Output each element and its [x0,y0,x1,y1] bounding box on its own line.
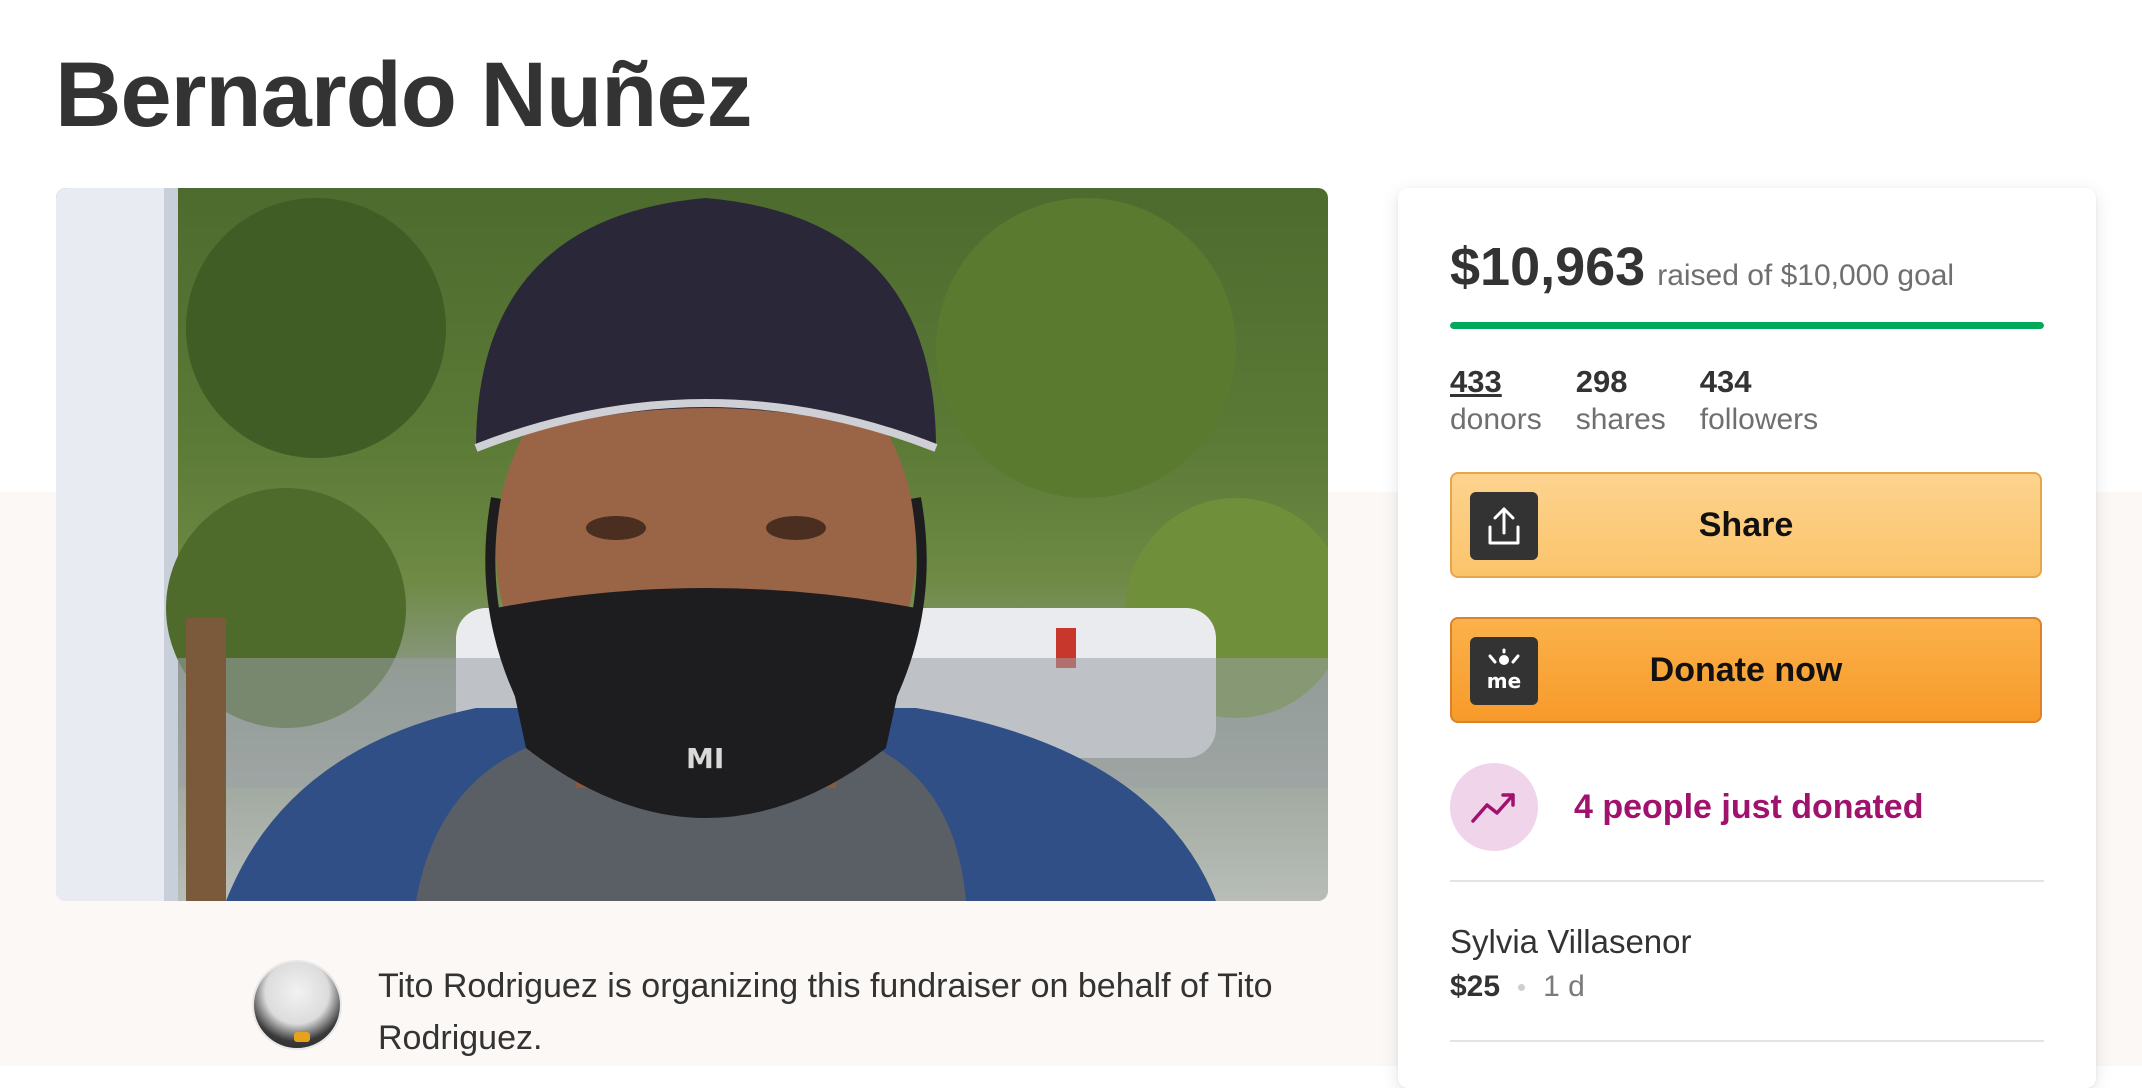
raised-amount: $10,963 [1450,237,1646,297]
goal-text: raised of $10,000 goal [1657,259,1955,292]
recent-activity-text: 4 people just donated [1574,787,1924,826]
stat-shares: 298 shares [1576,364,1666,440]
trending-up-icon [1450,763,1538,851]
organizer-line: Tito Rodriguez is organizing this fundra… [252,960,1332,1064]
donor-meta: $25 1 d [1450,970,1692,1004]
organizer-avatar[interactable] [252,960,342,1050]
stat-donors-label: donors [1450,403,1542,436]
gofundme-logo-icon: me [1470,637,1538,705]
separator-dot [1518,983,1526,991]
hero-photo: MI [56,188,1328,901]
campaign-stats: 433 donors 298 shares 434 followers [1450,364,1852,440]
divider [1450,1040,2044,1042]
stat-shares-value: 298 [1575,364,1628,399]
divider [1450,880,2044,882]
page-title: Bernardo Nuñez [55,44,753,146]
stat-shares-label: shares [1575,403,1666,436]
organizer-text: Tito Rodriguez is organizing this fundra… [378,967,1273,1057]
gofundme-logo-text: me [1487,669,1521,693]
share-upload-icon [1470,492,1538,560]
stat-followers: 434 followers [1700,364,1818,440]
raised-summary: $10,963 raised of $10,000 goal [1450,236,2050,298]
share-button[interactable]: Share [1450,472,2042,578]
share-button-label: Share [1698,505,1794,544]
stat-followers-value: 434 [1699,364,1752,399]
progress-bar-fill [1450,322,2044,329]
stat-donors[interactable]: 433 donors [1450,364,1542,440]
donor-time: 1 d [1543,970,1585,1003]
donate-now-button-label: Donate now [1649,650,1843,689]
donate-now-button[interactable]: me Donate now [1450,617,2042,723]
recent-donor: Sylvia Villasenor $25 1 d [1450,920,1692,1004]
svg-text:MI: MI [686,742,724,775]
donor-name: Sylvia Villasenor [1450,923,1692,960]
donation-card: $10,963 raised of $10,000 goal 433 donor… [1398,188,2096,1088]
recent-activity[interactable]: 4 people just donated [1450,763,1923,851]
progress-bar [1450,322,2044,329]
stat-followers-label: followers [1699,403,1819,436]
donor-amount: $25 [1450,970,1501,1003]
stat-donors-value[interactable]: 433 [1450,364,1542,400]
